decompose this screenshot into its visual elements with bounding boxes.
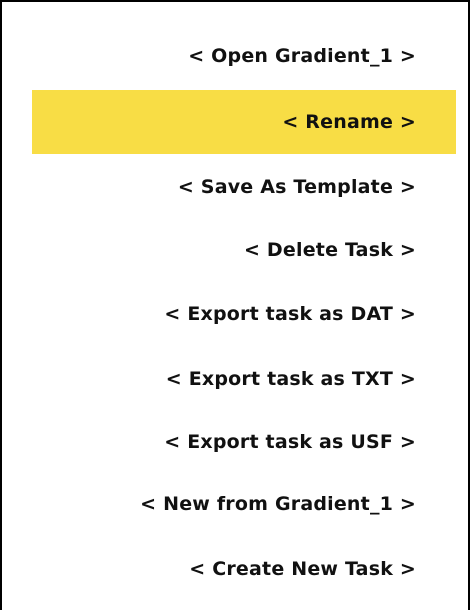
menu-item-label: < Save As Template > [177,176,416,198]
menu-item-label: < Create New Task > [189,558,416,580]
menu-item-new-from-gradient[interactable]: < New from Gradient_1 > [32,472,456,536]
menu-item-label: < Open Gradient_1 > [188,45,416,67]
menu-item-save-as-template[interactable]: < Save As Template > [32,155,456,219]
menu-item-rename[interactable]: < Rename > [32,90,456,154]
menu-item-label: < Export task as USF > [164,431,416,453]
menu-item-label: < Delete Task > [244,239,416,261]
menu-item-delete-task[interactable]: < Delete Task > [32,218,456,282]
menu-item-export-txt[interactable]: < Export task as TXT > [32,347,456,411]
context-menu-panel: < Open Gradient_1 > < Rename > < Save As… [0,0,470,610]
menu-item-export-usf[interactable]: < Export task as USF > [32,410,456,474]
menu-item-label: < Rename > [282,111,416,133]
menu-item-export-dat[interactable]: < Export task as DAT > [32,282,456,346]
menu-item-create-new-task[interactable]: < Create New Task > [32,537,456,601]
menu-item-label: < Export task as TXT > [165,368,416,390]
menu-item-open-gradient[interactable]: < Open Gradient_1 > [32,24,456,88]
menu-item-label: < New from Gradient_1 > [140,493,416,515]
menu-item-label: < Export task as DAT > [164,303,416,325]
